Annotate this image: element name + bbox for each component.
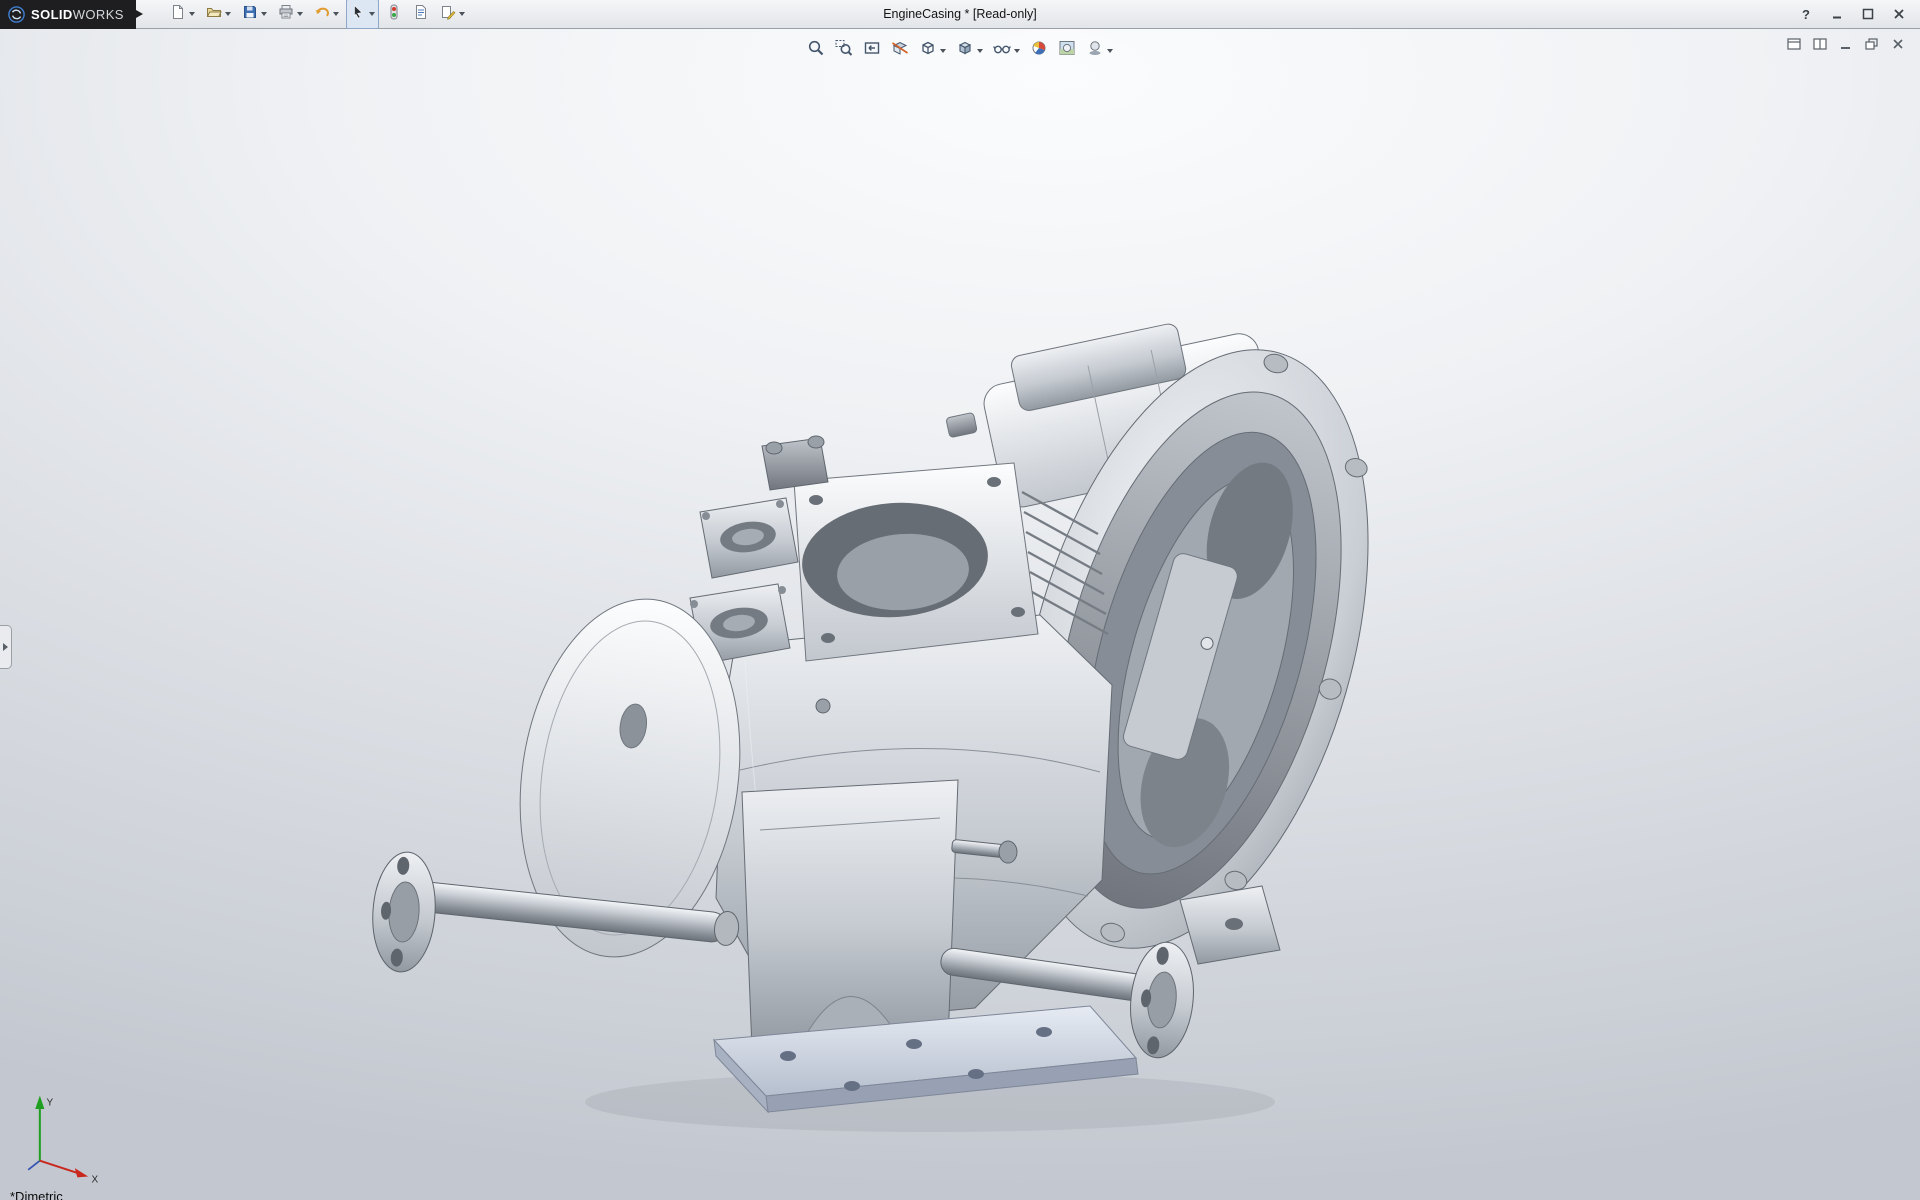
chevron-down-icon[interactable]	[1107, 49, 1113, 53]
minimize-icon	[1839, 38, 1853, 50]
document-title: EngineCasing * [Read-only]	[883, 0, 1037, 29]
chevron-down-icon[interactable]	[333, 12, 339, 16]
previous-view-icon	[863, 39, 881, 62]
dassault-3ds-icon	[8, 6, 25, 23]
minimize-button[interactable]	[1828, 5, 1846, 23]
restore-icon	[1865, 38, 1879, 50]
document-window-controls	[1785, 36, 1906, 51]
rebuild-button[interactable]	[382, 0, 406, 29]
brand-text: SOLIDWORKS	[31, 7, 124, 22]
maximize-icon	[1862, 8, 1874, 20]
undo-button[interactable]	[310, 0, 343, 29]
orientation-triad: Y X	[18, 1084, 110, 1184]
view-settings-icon	[1086, 39, 1104, 62]
save-button[interactable]	[238, 0, 271, 29]
display-style-button[interactable]	[952, 36, 987, 65]
close-icon	[1893, 8, 1905, 20]
help-button[interactable]: ?	[1797, 5, 1815, 23]
y-axis-label: Y	[47, 1098, 54, 1109]
rebuild-traffic-light-icon	[386, 4, 402, 25]
titlebar: SOLIDWORKS	[0, 0, 1920, 29]
file-properties-icon	[413, 4, 429, 25]
select-cursor-icon	[350, 4, 366, 25]
heads-up-view-toolbar	[803, 36, 1117, 65]
printer-icon	[278, 4, 294, 25]
undo-arrow-icon	[314, 4, 330, 25]
apply-scene-icon	[1058, 39, 1076, 62]
appearance-ball-icon	[1030, 39, 1048, 62]
chevron-down-icon[interactable]	[369, 12, 375, 16]
window-controls: ?	[1797, 5, 1920, 23]
x-axis-label: X	[92, 1174, 99, 1184]
chevron-down-icon[interactable]	[977, 49, 983, 53]
zoom-to-area-icon	[835, 39, 853, 62]
select-button[interactable]	[346, 0, 379, 29]
maximize-button[interactable]	[1859, 5, 1877, 23]
view-orientation-cube-icon	[919, 39, 937, 62]
graphics-area[interactable]: Y X *Dimetric	[0, 29, 1920, 1200]
solidworks-logo: SOLIDWORKS	[0, 0, 136, 29]
chevron-down-icon[interactable]	[189, 12, 195, 16]
chevron-down-icon[interactable]	[261, 12, 267, 16]
file-properties-button[interactable]	[409, 0, 433, 29]
chevron-down-icon[interactable]	[459, 12, 465, 16]
close-icon	[1891, 38, 1905, 50]
window-pane-icon	[1787, 38, 1801, 50]
doc-pane-a-button[interactable]	[1785, 36, 1802, 51]
apply-scene-button[interactable]	[1054, 36, 1080, 65]
featuremanager-flyout-tab[interactable]	[0, 625, 12, 669]
print-button[interactable]	[274, 0, 307, 29]
previous-view-button[interactable]	[859, 36, 885, 65]
doc-restore-button[interactable]	[1863, 36, 1880, 51]
view-settings-button[interactable]	[1082, 36, 1117, 65]
quick-access-toolbar	[166, 0, 469, 29]
view-orientation-label: *Dimetric	[10, 1189, 63, 1200]
zoom-to-fit-icon	[807, 39, 825, 62]
hide-show-glasses-icon	[993, 39, 1011, 62]
chevron-down-icon[interactable]	[297, 12, 303, 16]
new-document-icon	[170, 4, 186, 25]
save-floppy-icon	[242, 4, 258, 25]
section-view-icon	[891, 39, 909, 62]
hide-show-items-button[interactable]	[989, 36, 1024, 65]
solidworks-window: SOLIDWORKS	[0, 0, 1920, 1200]
close-button[interactable]	[1890, 5, 1908, 23]
chevron-down-icon[interactable]	[225, 12, 231, 16]
open-folder-icon	[206, 4, 222, 25]
section-view-button[interactable]	[887, 36, 913, 65]
doc-close-button[interactable]	[1889, 36, 1906, 51]
chevron-down-icon[interactable]	[1014, 49, 1020, 53]
options-pencil-icon	[440, 4, 456, 25]
open-button[interactable]	[202, 0, 235, 29]
minimize-icon	[1831, 8, 1843, 20]
zoom-to-fit-button[interactable]	[803, 36, 829, 65]
doc-minimize-button[interactable]	[1837, 36, 1854, 51]
view-orientation-button[interactable]	[915, 36, 950, 65]
edit-appearance-button[interactable]	[1026, 36, 1052, 65]
help-icon: ?	[1802, 7, 1810, 22]
display-style-cube-icon	[956, 39, 974, 62]
engine-casing-model[interactable]	[0, 29, 1920, 1200]
new-button[interactable]	[166, 0, 199, 29]
chevron-down-icon[interactable]	[940, 49, 946, 53]
options-button[interactable]	[436, 0, 469, 29]
window-split-icon	[1813, 38, 1827, 50]
doc-pane-b-button[interactable]	[1811, 36, 1828, 51]
zoom-to-area-button[interactable]	[831, 36, 857, 65]
